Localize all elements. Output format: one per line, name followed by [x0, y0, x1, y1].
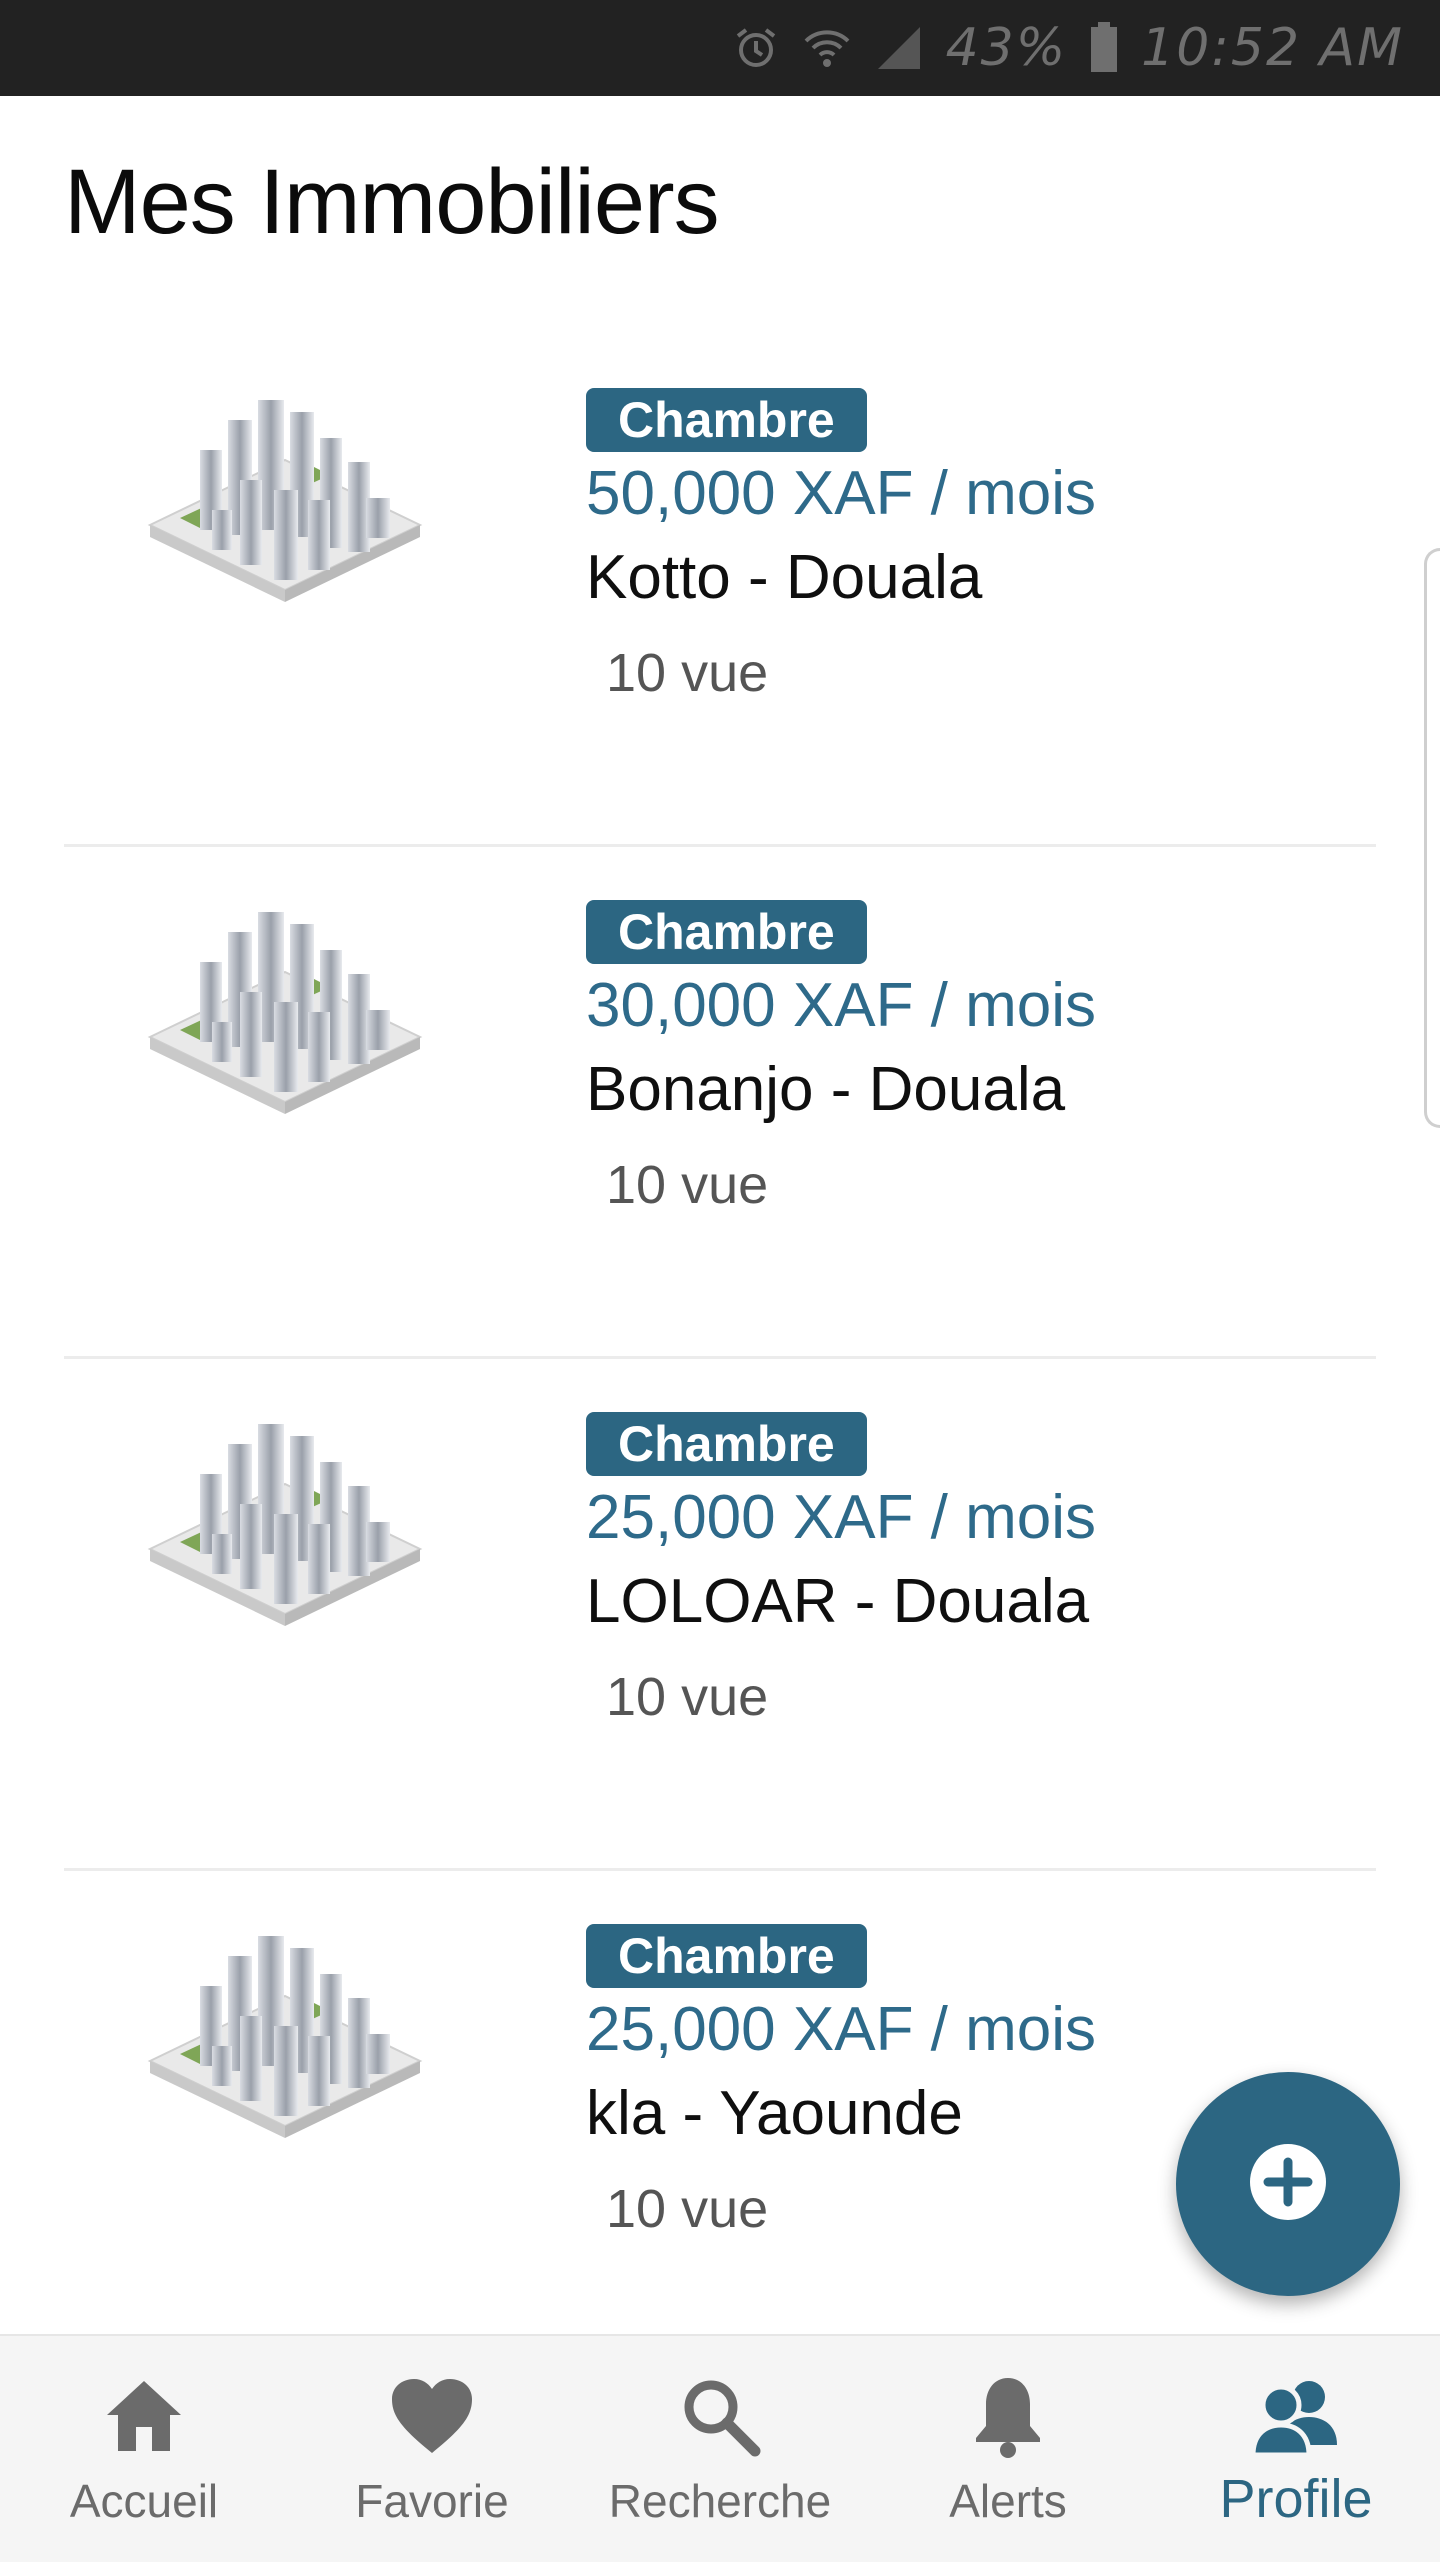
search-icon [679, 2370, 761, 2462]
nav-item-recherche[interactable]: Recherche [576, 2336, 864, 2562]
wifi-icon [802, 23, 852, 73]
property-type-badge: Chambre [586, 1412, 867, 1476]
property-price: 25,000 XAF / mois [586, 1995, 1097, 2064]
nav-label: Recherche [608, 2475, 832, 2527]
property-thumbnail [140, 902, 430, 1132]
property-views: 10 vue [606, 2179, 769, 2239]
signal-icon [874, 23, 924, 73]
property-location: Kotto - Douala [586, 543, 983, 612]
property-location: Bonanjo - Douala [586, 1055, 1066, 1124]
battery-icon [1089, 22, 1119, 74]
edge-panel-handle[interactable] [1424, 548, 1440, 1128]
users-icon [1251, 2370, 1341, 2462]
status-bar: 43% 10:52 AM [0, 0, 1440, 96]
home-icon [103, 2370, 185, 2462]
add-property-button[interactable] [1176, 2072, 1400, 2296]
nav-item-favorie[interactable]: Favorie [288, 2336, 576, 2562]
bottom-navigation: Accueil Favorie Recherche Alerts Profile [0, 2334, 1440, 2562]
property-views: 10 vue [606, 643, 769, 703]
property-thumbnail [140, 1926, 430, 2156]
property-type-badge: Chambre [586, 900, 867, 964]
property-location: kla - Yaounde [586, 2079, 963, 2148]
listing-card[interactable]: Chambre 30,000 XAF / mois Bonanjo - Doua… [0, 832, 1440, 1344]
property-price: 50,000 XAF / mois [586, 459, 1097, 528]
nav-label: Alerts [949, 2475, 1067, 2527]
listing-card[interactable]: Chambre 50,000 XAF / mois Kotto - Douala… [0, 320, 1440, 832]
property-type-badge: Chambre [586, 388, 867, 452]
nav-label: Favorie [355, 2475, 509, 2527]
heart-icon [390, 2370, 474, 2462]
nav-label: Accueil [69, 2475, 219, 2527]
clock: 10:52 AM [1141, 18, 1404, 78]
property-thumbnail [140, 1414, 430, 1644]
property-price: 25,000 XAF / mois [586, 1483, 1097, 1552]
alarm-icon [732, 24, 780, 72]
property-thumbnail [140, 390, 430, 620]
battery-percent: 43% [945, 18, 1068, 78]
property-type-badge: Chambre [586, 1924, 867, 1988]
page-title: Mes Immobiliers [64, 151, 720, 253]
property-views: 10 vue [606, 1155, 769, 1215]
bell-icon [972, 2370, 1044, 2462]
property-views: 10 vue [606, 1667, 769, 1727]
nav-label: Profile [1219, 2469, 1373, 2529]
plus-circle-icon [1248, 2142, 1328, 2227]
property-price: 30,000 XAF / mois [586, 971, 1097, 1040]
listing-card[interactable]: Chambre 25,000 XAF / mois LOLOAR - Doual… [0, 1344, 1440, 1856]
nav-item-profile[interactable]: Profile [1152, 2336, 1440, 2562]
property-location: LOLOAR - Douala [586, 1567, 1090, 1636]
nav-item-accueil[interactable]: Accueil [0, 2336, 288, 2562]
nav-item-alerts[interactable]: Alerts [864, 2336, 1152, 2562]
